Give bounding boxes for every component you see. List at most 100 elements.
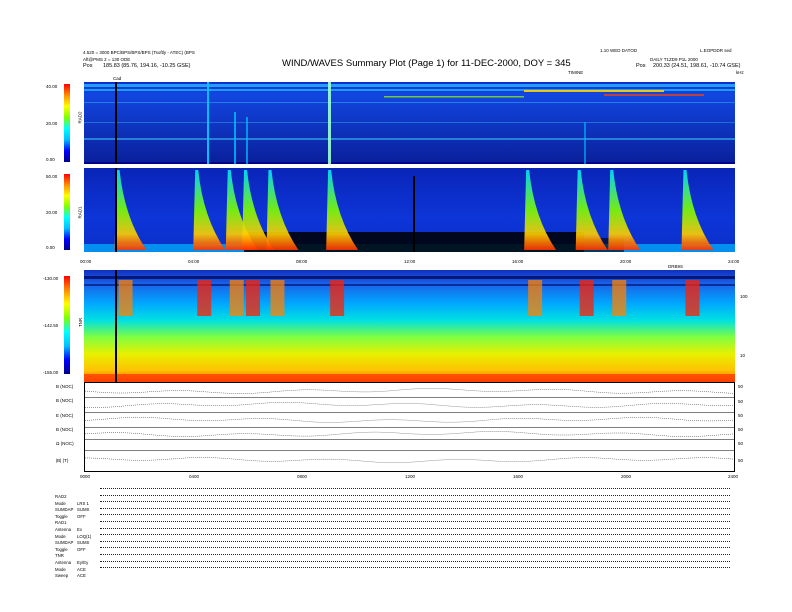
param-value: ACE <box>77 573 86 579</box>
tnr-right-tick-10: 10 <box>740 353 746 358</box>
header-center-small: TIMINE <box>568 70 584 75</box>
header-right-line-2: DAILY T1ZD9 P1L 2000 <box>650 57 698 62</box>
param-dotted-line <box>100 554 730 555</box>
header-pos-label-left: Pos <box>83 63 93 69</box>
param-row: RAD1 <box>55 511 97 525</box>
tnr-burst <box>528 280 543 316</box>
param-row: Antenna Ex <box>55 518 97 532</box>
rad2-tick-top: 40.00 <box>46 84 58 89</box>
rad1-tick-top: 50.00 <box>46 174 58 179</box>
param-row: Antenna Ey/Ey <box>55 551 97 565</box>
tnr-burst <box>229 280 244 316</box>
rad1-time-4: 16:00 <box>512 259 524 264</box>
rad2-tick-bottom: 0.00 <box>46 157 55 162</box>
rad1-tick-mid: 20.00 <box>46 210 58 215</box>
mag-time-3: 1200 <box>405 474 416 479</box>
rad1-time-2: 08:00 <box>296 259 308 264</box>
param-row: Sweep ACE <box>55 564 97 578</box>
rad2-label: RAD2 <box>77 111 83 124</box>
tnr-tick-mid: -142.50 <box>43 323 59 328</box>
mag-panel-frame <box>84 382 735 472</box>
tnr-tick-top: -130.00 <box>43 276 59 281</box>
param-row: Mode LRS 1 <box>55 492 97 506</box>
param-dotted-line <box>100 521 730 522</box>
param-dotted-line <box>100 560 730 562</box>
param-dotted-line <box>100 507 730 509</box>
param-dotted-line <box>100 488 730 489</box>
mag-row-label-4: Ω (NOC) <box>56 441 74 446</box>
mag-row-label-1: B (NOC) <box>56 398 74 403</box>
rad1-time-0: 00:00 <box>80 259 92 264</box>
rad1-time-6: 24:00 <box>728 259 740 264</box>
tnr-burst <box>270 280 285 316</box>
mag-row-label-0: B (NOC) <box>56 384 74 389</box>
header-pos-value-left: 185.83 (85.76, 194.16, -10.25 GSE) <box>103 63 191 69</box>
tnr-burst <box>579 280 594 316</box>
mag-row-label-2: E (NOC) <box>56 413 74 418</box>
param-dotted-line <box>100 534 730 536</box>
tnr-burst <box>330 280 345 316</box>
param-row: Mode ACE <box>55 558 97 572</box>
param-row: Toggle OFF <box>55 538 97 552</box>
mag-time-1: 0400 <box>189 474 200 479</box>
param-row: SUMDAP SUMS <box>55 531 97 545</box>
rad1-time-5: 20:00 <box>620 259 632 264</box>
rad1-label: RAD1 <box>77 206 83 219</box>
rad1-tick-bottom: 0.00 <box>46 245 55 250</box>
cme-marker-label: Cad <box>113 76 122 81</box>
tnr-burst <box>612 280 627 316</box>
mag-time-0: 0000 <box>80 474 91 479</box>
mag-row-label-5: |B| (T) <box>56 458 69 463</box>
param-row: Toggle OFF <box>55 505 97 519</box>
mag-row-tick-2: 50 <box>738 413 744 418</box>
rad2-colorbar <box>64 84 70 162</box>
rad1-colorbar <box>64 174 70 250</box>
param-dotted-line <box>100 567 730 569</box>
header-info-line-2: Aft@PMS 2 = 130 ODE <box>83 57 131 62</box>
param-name: Sweep <box>55 573 69 579</box>
rad2-top-right-unit: kHz <box>736 70 744 75</box>
mag-row-tick-3: 50 <box>738 427 744 432</box>
rad1-spectrogram-svg <box>84 168 735 252</box>
mag-time-6: 2400 <box>728 474 739 479</box>
mag-row-tick-1: 50 <box>738 399 744 404</box>
tnr-tick-bottom: -155.00 <box>43 370 59 375</box>
param-dotted-line <box>100 547 730 549</box>
tnr-burst <box>246 280 261 316</box>
mag-row-label-3: B (NOC) <box>56 427 74 432</box>
param-dotted-line <box>100 514 730 516</box>
mag-panel-svg <box>85 388 734 463</box>
param-dotted-line <box>100 494 730 496</box>
rad1-spectrogram <box>84 168 735 252</box>
page-title: WIND/WAVES Summary Plot (Page 1) for 11-… <box>282 58 571 69</box>
tnr-burst <box>197 280 212 316</box>
rad2-tick-mid: 20.00 <box>46 121 58 126</box>
tnr-spectrogram <box>84 270 735 382</box>
tnr-spectrogram-svg <box>84 270 735 382</box>
tnr-label: TNR <box>78 317 84 328</box>
mag-row-tick-0: 50 <box>738 384 744 389</box>
mag-time-5: 2000 <box>621 474 632 479</box>
mag-row-tick-4: 50 <box>738 441 744 446</box>
param-row: Mode LOQ(1) <box>55 525 97 539</box>
mag-time-2: 0800 <box>297 474 308 479</box>
param-row: TNR <box>55 544 97 558</box>
header-right-top: 1.10 WED DATOD <box>600 48 638 53</box>
header-pos-value-right: 200.33 (24.51, 198.61, -10.74 GSE) <box>653 63 741 69</box>
rad1-extra-label: DRB9S <box>668 264 684 269</box>
mag-time-4: 1600 <box>513 474 524 479</box>
header-right-top-2: L.EOPDDR sed <box>700 48 732 53</box>
tnr-colorbar <box>64 276 70 374</box>
tnr-burst <box>685 280 700 316</box>
param-dotted-line <box>100 540 730 542</box>
rad1-time-3: 12:00 <box>404 259 416 264</box>
tnr-burst <box>118 280 133 316</box>
param-dotted-line <box>100 527 730 529</box>
rad1-time-1: 04:00 <box>188 259 200 264</box>
param-row: SUMDAP SUMS <box>55 498 97 512</box>
header-info-line-1: 4.520 = 3000 BPC/BPS/BPS/BPS (Tsoftly - … <box>83 50 195 55</box>
header-pos-label-right: Pos <box>636 63 646 69</box>
rad2-spectrogram-svg <box>84 82 735 164</box>
tnr-right-tick-100: 100 <box>740 294 748 299</box>
rad2-spectrogram <box>84 82 735 164</box>
